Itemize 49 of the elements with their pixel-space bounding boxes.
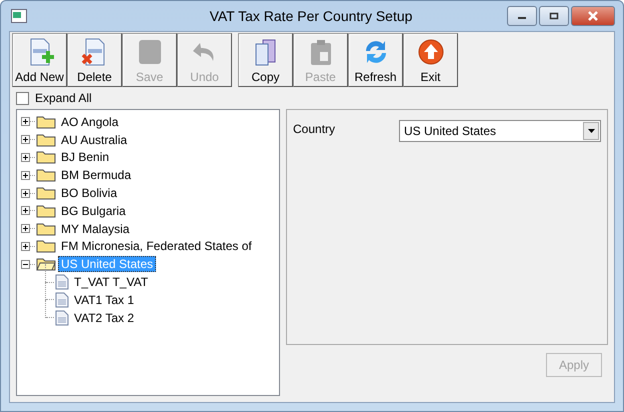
dropdown-arrow-icon [588, 129, 594, 133]
folder-icon [36, 168, 56, 182]
expand-icon[interactable] [21, 152, 30, 162]
toolbar-button[interactable]: Exit [403, 33, 458, 87]
tree-item[interactable]: BJ Benin [58, 149, 112, 166]
country-label: Country [293, 122, 336, 136]
tree-item[interactable]: MY Malaysia [58, 220, 132, 237]
expand-icon[interactable] [21, 188, 30, 198]
folder-icon [36, 222, 56, 236]
tree-item[interactable]: FM Micronesia, Federated States of [58, 238, 255, 254]
expand-icon[interactable] [21, 135, 30, 144]
expand-icon[interactable] [21, 224, 30, 234]
tree-item[interactable]: AU Australia [58, 132, 130, 148]
collapse-icon[interactable] [21, 260, 30, 269]
tree-item[interactable]: T_VAT T_VAT [71, 274, 152, 290]
close-button[interactable] [571, 6, 615, 26]
toolbar-icon [416, 37, 446, 67]
minimize-button[interactable] [507, 6, 537, 26]
document-icon [55, 274, 69, 290]
folder-icon [36, 186, 56, 200]
toolbar-button[interactable]: Copy [238, 33, 293, 87]
tree-item[interactable]: BO Bolivia [58, 185, 120, 202]
expand-icon[interactable] [21, 206, 30, 216]
expand-icon[interactable] [21, 117, 30, 126]
expand-icon[interactable] [21, 242, 30, 251]
toolbar-button[interactable]: Add New [12, 33, 67, 87]
close-icon [587, 11, 599, 21]
maximize-icon [549, 12, 559, 20]
folder-icon [36, 132, 56, 147]
document-icon [55, 292, 69, 308]
folder-icon [36, 204, 56, 218]
folder-icon [36, 239, 56, 254]
tree-item[interactable]: VAT1 Tax 1 [71, 292, 138, 308]
folder-icon [36, 150, 56, 164]
toolbar-button[interactable]: Refresh [348, 33, 403, 87]
tree-item[interactable]: BG Bulgaria [58, 202, 129, 219]
maximize-button[interactable] [539, 6, 569, 26]
country-dropdown[interactable]: US United States [399, 120, 601, 142]
folder-icon [36, 114, 56, 129]
expand-all-checkbox[interactable]: Expand All [16, 91, 92, 105]
window-title: VAT Tax Rate Per Country Setup [208, 8, 414, 24]
folder-icon [36, 257, 56, 272]
app-icon [11, 9, 27, 23]
toolbar-button[interactable]: Delete [67, 33, 122, 87]
tree-item[interactable]: VAT2 Tax 2 [71, 310, 138, 326]
tree-item[interactable]: AO Angola [58, 114, 122, 130]
document-icon [55, 310, 69, 326]
tree-item[interactable]: BM Bermuda [58, 167, 134, 184]
expand-icon[interactable] [21, 170, 30, 180]
